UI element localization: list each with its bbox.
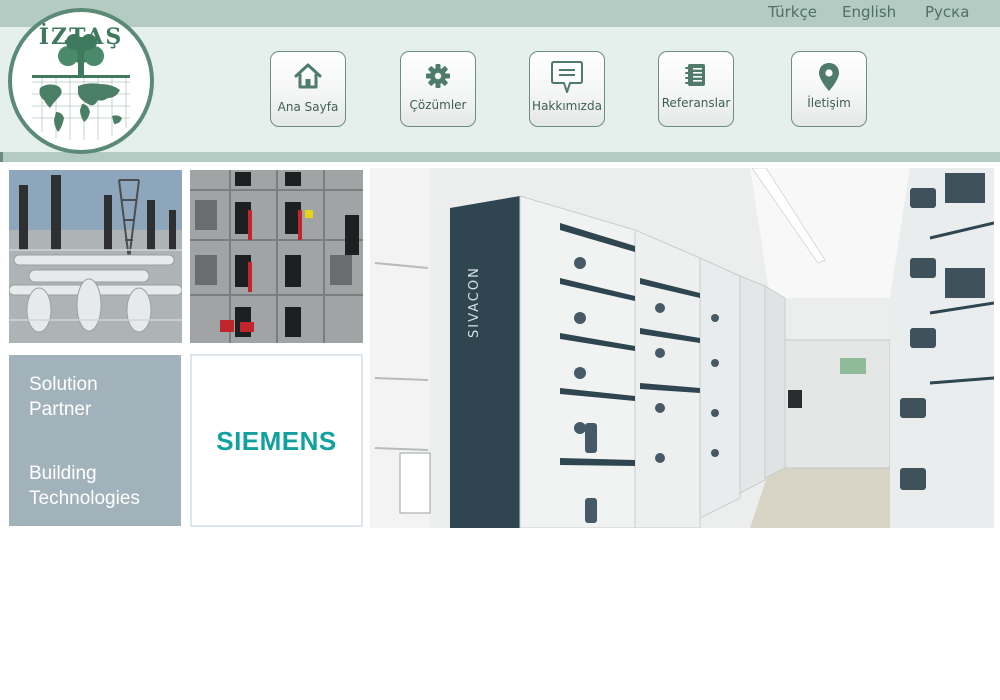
location-pin-icon <box>792 62 866 92</box>
nav-references-button[interactable]: Referanslar <box>658 51 734 127</box>
nav-references-label: Referanslar <box>661 96 731 110</box>
nav-contact-label: İletişim <box>807 96 851 110</box>
hero-switchroom-image[interactable]: SIVACON <box>370 168 994 528</box>
language-english-link[interactable]: English <box>842 0 896 24</box>
language-russian-link[interactable]: Руска <box>925 0 969 24</box>
partner-text-line-1: Solution <box>29 374 98 395</box>
company-logo[interactable]: İNŞAAT ELEKTRİK TAAHHÜT TURİZM VE GIDA S… <box>8 8 154 154</box>
switchgear-panel-image[interactable] <box>190 170 363 343</box>
language-turkish-link[interactable]: Türkçe <box>768 0 817 24</box>
home-icon <box>271 62 345 90</box>
header-divider-edge <box>0 152 3 162</box>
logo-wordmark: İZTAŞ <box>38 24 124 50</box>
partner-text-line-2: Partner <box>29 399 92 420</box>
nav-home-label: Ana Sayfa <box>277 100 339 114</box>
substation-image[interactable] <box>9 170 182 343</box>
partner-text-line-4: Technologies <box>29 488 140 509</box>
nav-about-button[interactable]: Hakkımızda <box>529 51 605 127</box>
nav-contact-button[interactable]: İletişim <box>791 51 867 127</box>
nav-about-label: Hakkımızda <box>532 99 602 113</box>
nav-home-button[interactable]: Ana Sayfa <box>270 51 346 127</box>
solution-partner-badge[interactable]: Solution Partner Building Technologies <box>9 355 181 526</box>
notebook-icon <box>659 62 733 88</box>
nav-solutions-label: Çözümler <box>409 98 467 112</box>
top-bar: Türkçe English Руска <box>0 0 1000 27</box>
speech-bubble-icon <box>530 59 604 95</box>
nav-solutions-button[interactable]: Çözümler <box>400 51 476 127</box>
gear-icon <box>401 62 475 90</box>
partner-text-line-3: Building <box>29 463 97 484</box>
sivacon-cabinet-label: SIVACON <box>467 266 482 338</box>
siemens-logo-tile[interactable]: SIEMENS <box>190 354 363 527</box>
siemens-logo: SIEMENS <box>216 426 337 456</box>
header-divider <box>0 152 1000 162</box>
